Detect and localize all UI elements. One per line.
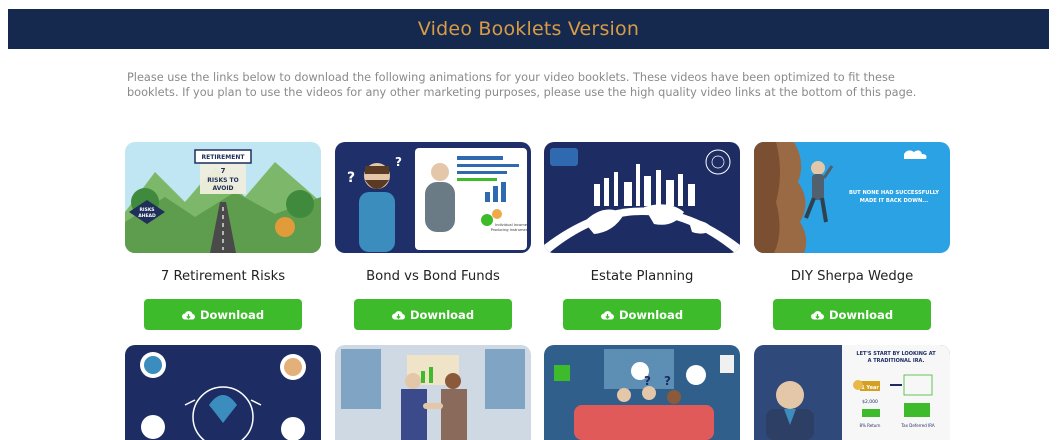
video-thumbnail[interactable]: RETIREMENT 7 RISKS TO AVOID RISKS AHEAD [125,142,321,253]
download-button[interactable]: Download [773,299,931,330]
video-title: Estate Planning [590,269,694,284]
svg-text:BUT NONE HAD SUCCESSFULLY: BUT NONE HAD SUCCESSFULLY [849,190,939,196]
video-card-lightbulb [125,345,321,440]
download-label: Download [409,307,475,322]
page-title: Video Booklets Version [417,18,640,40]
svg-text:RISKS TO: RISKS TO [207,177,238,184]
video-card-traditional-ira: LET'S START BY LOOKING AT A TRADITIONAL … [754,345,950,440]
video-title: Bond vs Bond Funds [366,269,500,284]
svg-text:A TRADITIONAL IRA.: A TRADITIONAL IRA. [868,358,925,364]
video-title: 7 Retirement Risks [160,269,286,284]
video-thumbnail[interactable]: ? ? [544,345,740,440]
svg-text:8% Return: 8% Return [860,423,881,428]
video-card-family: ? ? [544,345,740,440]
video-thumbnail[interactable] [544,142,740,253]
svg-text:RISKS: RISKS [139,207,154,213]
download-label: Download [828,307,894,322]
svg-text:AVOID: AVOID [212,185,233,192]
video-thumbnail[interactable]: LET'S START BY LOOKING AT A TRADITIONAL … [754,345,950,440]
video-title: DIY Sherpa Wedge [790,269,914,284]
video-thumbnail[interactable] [125,345,321,440]
svg-text:RETIREMENT: RETIREMENT [202,154,246,161]
download-button[interactable]: Download [144,299,302,330]
download-label: Download [199,307,265,322]
svg-text:?: ? [347,170,355,186]
svg-text:Producing Instruments: Producing Instruments [491,228,531,232]
video-thumbnail[interactable]: Individual Income Producing Instruments … [335,142,531,253]
download-label: Download [618,307,684,322]
svg-text:1 Year: 1 Year [861,385,879,391]
svg-text:?: ? [664,374,671,388]
download-button[interactable]: Download [563,299,721,330]
video-thumbnail[interactable]: BUT NONE HAD SUCCESSFULLY MADE IT BACK D… [754,142,950,253]
svg-text:$2,000: $2,000 [862,399,878,405]
svg-text:AHEAD: AHEAD [138,213,156,219]
cloud-download-icon [811,310,824,320]
cloud-download-icon [601,310,614,320]
svg-text:?: ? [395,155,402,169]
svg-text:LET'S START BY LOOKING AT: LET'S START BY LOOKING AT [856,351,936,357]
video-thumbnail[interactable] [335,345,531,440]
header-banner: Video Booklets Version [8,9,1049,49]
svg-text:7: 7 [221,167,226,175]
intro-text: Please use the links below to download t… [127,71,917,99]
cloud-download-icon [182,310,195,320]
video-card-handshake [335,345,531,440]
svg-text:?: ? [644,374,651,388]
svg-text:Tax Deferred IRA: Tax Deferred IRA [900,423,934,428]
svg-text:Individual Income: Individual Income [495,223,528,227]
svg-text:MADE IT BACK DOWN...: MADE IT BACK DOWN... [860,198,928,204]
download-button[interactable]: Download [354,299,512,330]
cloud-download-icon [392,310,405,320]
